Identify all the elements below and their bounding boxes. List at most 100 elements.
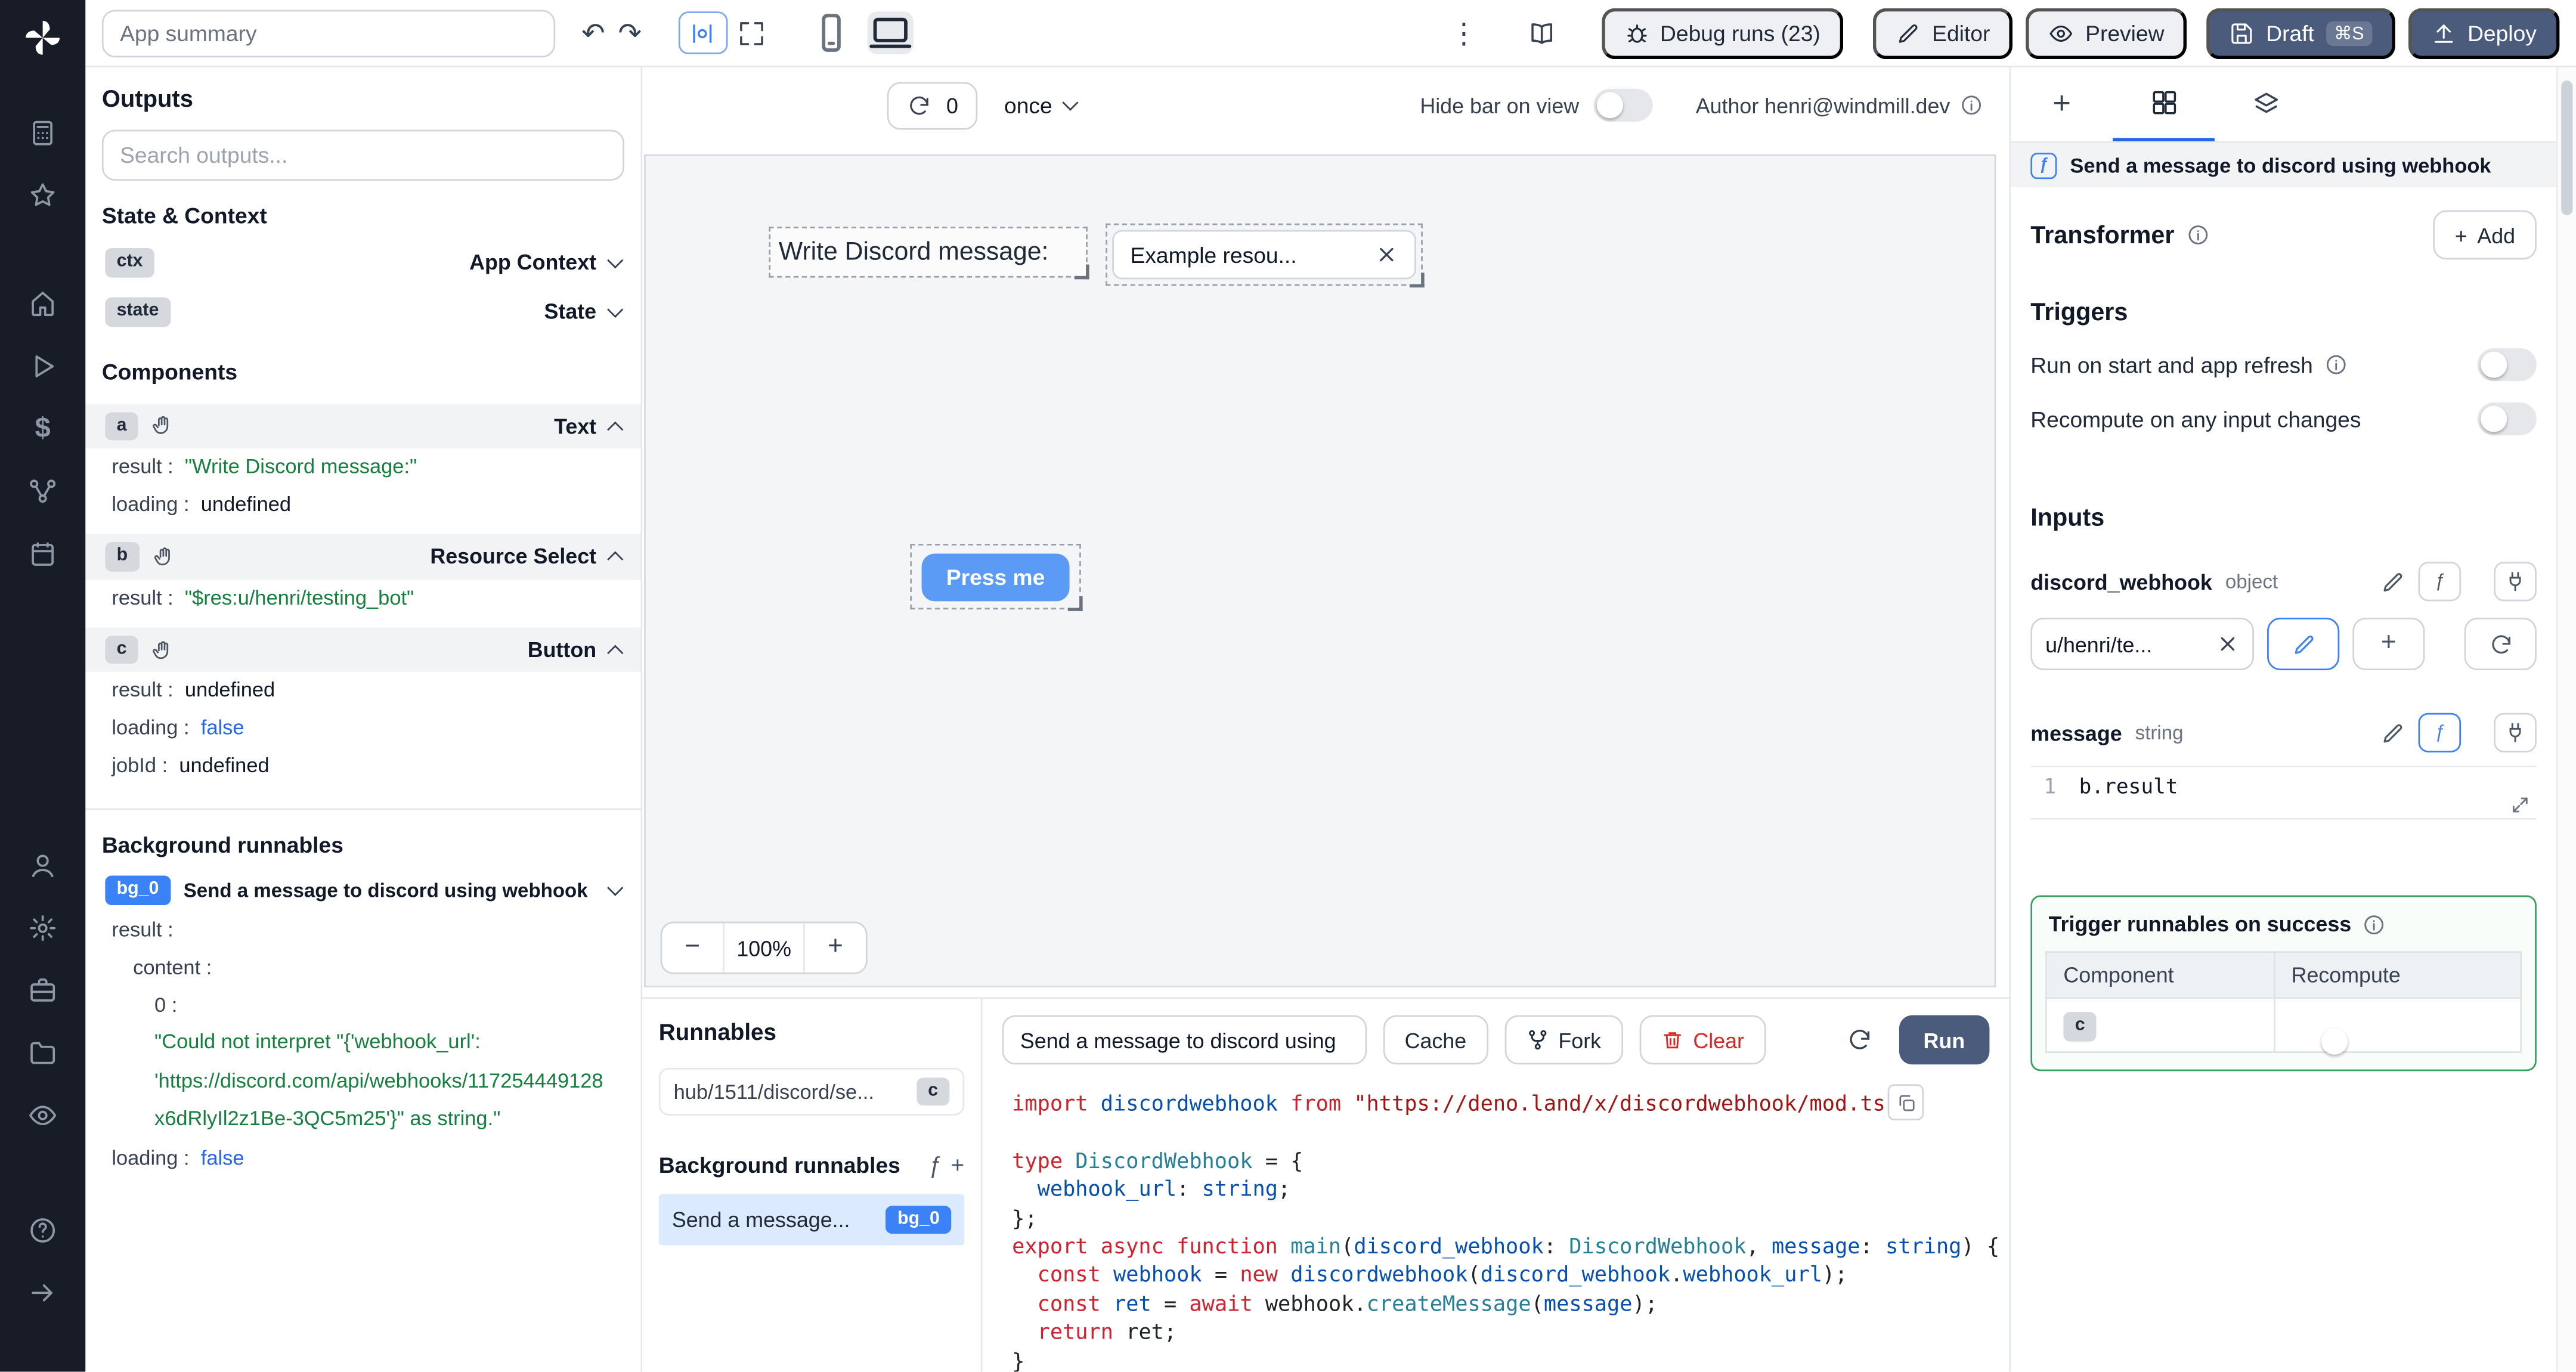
search-outputs-input[interactable]	[101, 129, 624, 181]
fx-icon: ƒ	[928, 1151, 942, 1178]
press-me-button[interactable]: Press me	[921, 553, 1070, 600]
hide-bar-toggle[interactable]	[1593, 88, 1654, 122]
plus-icon: +	[2052, 86, 2071, 121]
clear-selection-icon[interactable]	[1375, 243, 1398, 267]
component-a-header[interactable]: a Text	[85, 403, 641, 449]
fork-button[interactable]: Fork	[1504, 1015, 1623, 1065]
undo-icon[interactable]: ↶	[581, 19, 605, 47]
tab-insert-component[interactable]: +	[2011, 67, 2113, 141]
tab-component-settings[interactable]	[2113, 67, 2215, 141]
app-summary-input[interactable]	[101, 9, 556, 57]
cache-button[interactable]: Cache	[1383, 1015, 1488, 1065]
inputs-title: Inputs	[2030, 504, 2105, 532]
edit-resource-button[interactable]	[2267, 617, 2340, 671]
eye-icon[interactable]	[0, 1084, 85, 1147]
resource-select-component[interactable]: Example resou...	[1106, 223, 1425, 288]
mobile-view-icon[interactable]	[807, 11, 853, 54]
code-lines: import discordwebhook from "https://deno…	[1012, 1092, 2000, 1372]
runnable-name-input[interactable]	[1002, 1015, 1367, 1065]
expand-editor-icon[interactable]	[2510, 795, 2530, 814]
pencil-icon[interactable]	[2380, 720, 2405, 745]
fullscreen-icon[interactable]	[737, 19, 765, 47]
user-icon[interactable]	[0, 835, 85, 897]
run-button[interactable]: Run	[1899, 1015, 1990, 1065]
docs-book-icon[interactable]	[1527, 19, 1555, 47]
ctx-label: App Context	[469, 250, 597, 275]
recompute-pill[interactable]: 0	[887, 81, 978, 129]
table-row: c	[2045, 997, 2522, 1053]
code-editor[interactable]: import discordwebhook from "https://deno…	[983, 1077, 2010, 1372]
refresh-mode-dropdown[interactable]: once	[1004, 93, 1078, 117]
fx-mode-button-active[interactable]: ƒ	[2418, 713, 2462, 752]
align-components-icon[interactable]	[677, 11, 727, 54]
plug-connect-button[interactable]	[2494, 713, 2537, 752]
info-icon[interactable]	[2363, 912, 2386, 936]
background-runnable-header[interactable]: bg_0 Send a message to discord using web…	[85, 868, 640, 912]
deploy-button[interactable]: Deploy	[2408, 7, 2560, 58]
error-string-line: "Could not interpret "{'webhook_url':	[154, 1030, 481, 1054]
redo-icon[interactable]: ↷	[618, 19, 642, 47]
run-on-start-toggle[interactable]	[2477, 348, 2537, 382]
collapse-arrow-icon[interactable]	[0, 1262, 85, 1324]
vertical-scrollbar[interactable]	[2556, 67, 2576, 1372]
flow-nodes-icon[interactable]	[0, 460, 85, 522]
button-component[interactable]: Press me	[910, 543, 1083, 611]
play-icon[interactable]	[0, 335, 85, 398]
gear-icon[interactable]	[0, 897, 85, 959]
zoom-controls: − 100% +	[660, 921, 868, 974]
resource-value-box[interactable]: u/henri/te...	[2030, 617, 2254, 671]
ctx-row[interactable]: ctx App Context	[85, 238, 640, 287]
help-icon[interactable]	[0, 1199, 85, 1262]
scrollbar-thumb[interactable]	[2561, 80, 2573, 215]
component-b-header[interactable]: b Resource Select	[85, 534, 641, 580]
preview-button[interactable]: Preview	[2026, 7, 2188, 58]
kebab-menu-icon[interactable]: ⋮	[1450, 19, 1478, 47]
background-runnable-item-selected[interactable]: Send a message... bg_0	[658, 1194, 965, 1246]
resize-handle[interactable]	[1067, 596, 1083, 611]
add-resource-button[interactable]: +	[2352, 617, 2425, 671]
text-component[interactable]: Write Discord message:	[769, 227, 1089, 280]
interact-hand-icon	[151, 638, 175, 661]
kv-row: loadingfalse	[85, 1139, 640, 1177]
resize-handle[interactable]	[1409, 272, 1425, 288]
home-icon[interactable]	[0, 272, 85, 335]
message-expression-editor[interactable]: 1 b.result	[2030, 765, 2537, 820]
folder-icon[interactable]	[0, 1022, 85, 1085]
kv-row: resultundefined	[85, 673, 640, 710]
runnable-item[interactable]: hub/1511/discord/se... c	[658, 1067, 965, 1116]
calendar-icon[interactable]	[0, 522, 85, 585]
resize-handle[interactable]	[1074, 264, 1089, 280]
fx-mode-button[interactable]: ƒ	[2418, 562, 2462, 602]
tab-styling[interactable]	[2215, 67, 2317, 141]
plug-connect-button[interactable]	[2494, 562, 2537, 602]
app-canvas[interactable]: Write Discord message: Example resou... …	[643, 154, 1996, 987]
add-transformer-button[interactable]: + Add	[2433, 210, 2537, 260]
draft-button[interactable]: Draft ⌘S	[2207, 7, 2395, 58]
zoom-out-button[interactable]: −	[662, 923, 723, 973]
zoom-in-button[interactable]: +	[805, 923, 866, 973]
chevron-down-icon	[607, 879, 624, 896]
desktop-view-icon[interactable]	[866, 11, 913, 54]
info-icon[interactable]	[2186, 224, 2209, 247]
clear-button[interactable]: Clear	[1639, 1015, 1766, 1065]
editor-button[interactable]: Editor	[1872, 7, 2013, 58]
briefcase-icon[interactable]	[0, 959, 85, 1022]
clear-resource-icon[interactable]	[2216, 633, 2240, 656]
state-row[interactable]: state State	[85, 287, 640, 336]
star-icon[interactable]	[0, 165, 85, 227]
keypad-icon[interactable]	[0, 102, 85, 165]
windmill-logo[interactable]	[21, 17, 64, 60]
refresh-resource-button[interactable]	[2464, 617, 2537, 671]
pencil-icon	[1896, 20, 1921, 45]
refresh-icon[interactable]	[1846, 1027, 1872, 1053]
info-icon[interactable]	[2324, 353, 2348, 376]
layers-icon	[2252, 91, 2280, 119]
pencil-icon[interactable]	[2380, 569, 2405, 594]
debug-runs-button[interactable]: Debug runs (23)	[1600, 7, 1844, 58]
component-c-header[interactable]: c Button	[85, 627, 641, 673]
add-background-runnable-icon[interactable]: +	[951, 1151, 965, 1178]
info-icon[interactable]	[1960, 94, 1983, 117]
recompute-toggle[interactable]	[2477, 402, 2537, 436]
dollar-icon[interactable]: $	[0, 398, 85, 460]
copy-icon[interactable]	[1887, 1084, 1924, 1120]
